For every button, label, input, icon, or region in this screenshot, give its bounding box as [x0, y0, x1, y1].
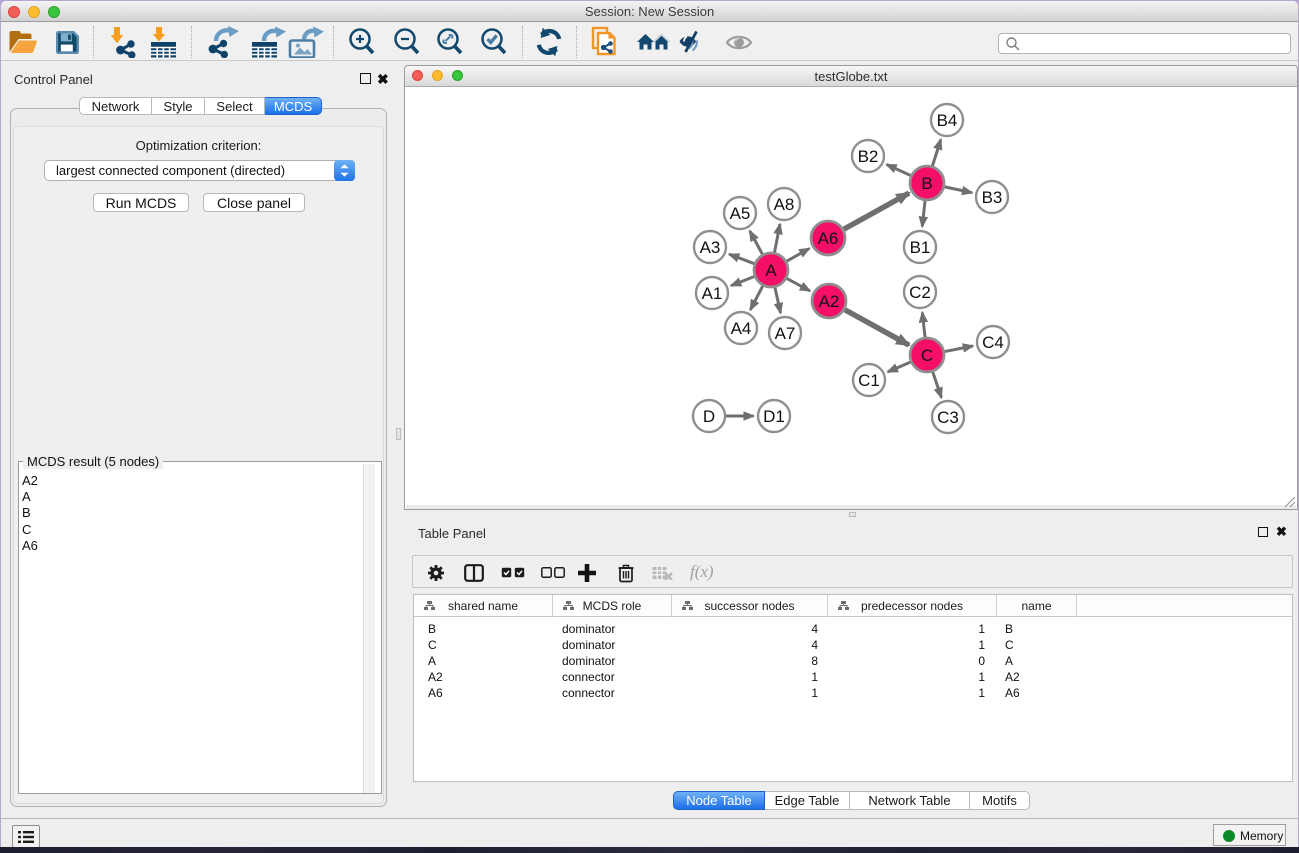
svg-text:A1: A1	[702, 284, 723, 303]
svg-text:B: B	[921, 174, 932, 193]
svg-text:B2: B2	[858, 147, 879, 166]
svg-text:A5: A5	[730, 204, 751, 223]
svg-text:C3: C3	[937, 408, 959, 427]
svg-text:B1: B1	[910, 238, 931, 257]
svg-text:C4: C4	[982, 333, 1004, 352]
svg-text:A: A	[765, 261, 777, 280]
svg-text:C: C	[921, 346, 933, 365]
svg-text:D: D	[703, 407, 715, 426]
svg-text:A6: A6	[818, 229, 839, 248]
svg-text:A2: A2	[819, 292, 840, 311]
svg-text:A8: A8	[774, 195, 795, 214]
svg-text:A4: A4	[731, 319, 752, 338]
svg-text:C1: C1	[858, 371, 880, 390]
svg-text:B4: B4	[937, 111, 958, 130]
svg-text:C2: C2	[909, 283, 931, 302]
svg-text:A3: A3	[700, 238, 721, 257]
svg-text:D1: D1	[763, 407, 785, 426]
svg-text:B3: B3	[982, 188, 1003, 207]
svg-text:A7: A7	[775, 324, 796, 343]
